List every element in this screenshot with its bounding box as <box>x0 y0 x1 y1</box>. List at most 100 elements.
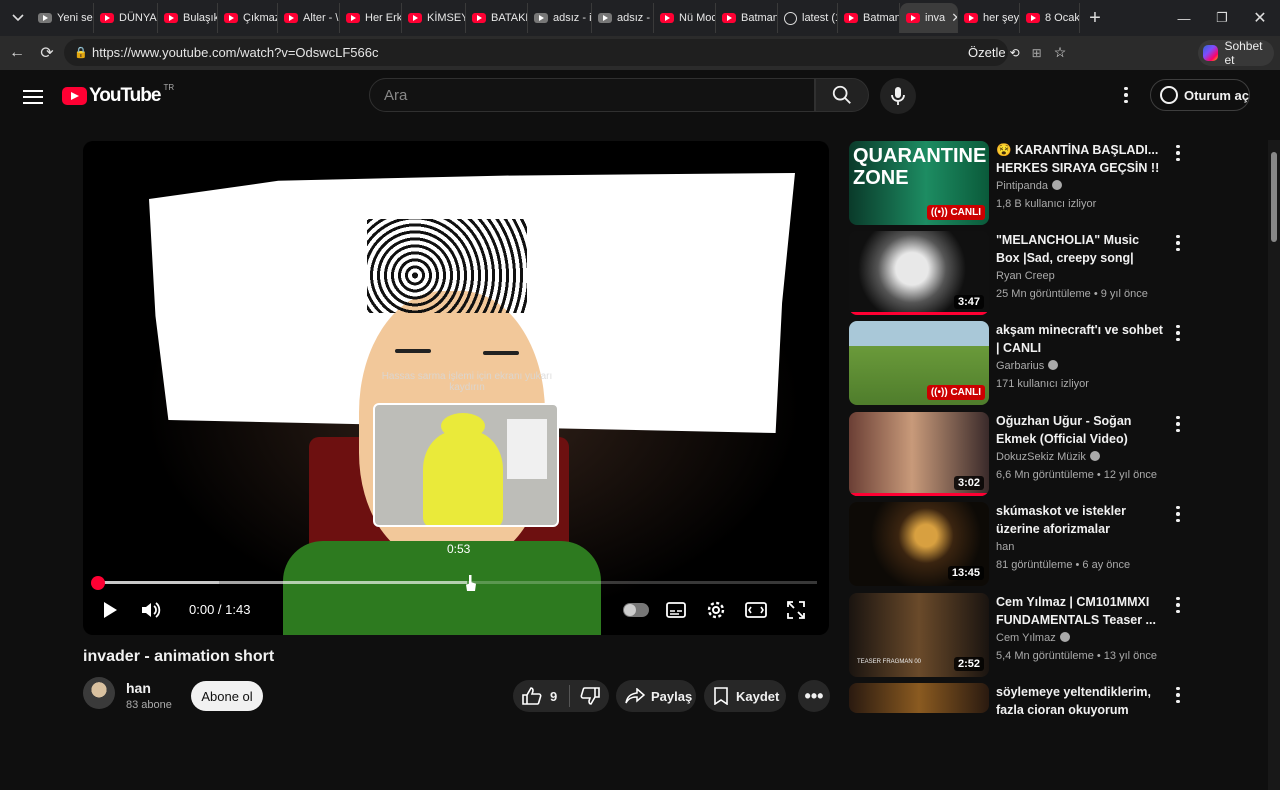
browser-tab-strip: Yeni sek DÜNYA' Bulaşık Çıkmaz Alter - \ Her … <box>0 0 1280 36</box>
browser-tab[interactable]: Bulaşık <box>158 3 218 33</box>
fullscreen-button[interactable] <box>781 595 811 625</box>
recommended-video-title[interactable]: akşam minecraft'ı ve sohbet | CANLI <box>996 321 1166 357</box>
recommended-video-title[interactable]: 😵 KARANTİNA BAŞLADI... HERKES SIRAYA GEÇ… <box>996 141 1166 177</box>
recommended-video-meta: 1,8 B kullanıcı izliyor <box>996 198 1097 210</box>
new-tab-button[interactable]: + <box>1080 7 1110 30</box>
subtitles-button[interactable] <box>661 595 691 625</box>
browser-tab[interactable]: Alter - \ <box>278 3 340 33</box>
back-button[interactable]: ← <box>2 38 32 68</box>
like-button[interactable]: 9 <box>513 687 557 705</box>
autoplay-toggle[interactable] <box>623 603 649 617</box>
browser-tab[interactable]: Batman <box>838 3 900 33</box>
share-button[interactable]: Paylaş <box>616 680 696 712</box>
video-thumbnail[interactable] <box>849 683 989 713</box>
recommended-channel[interactable]: Ryan Creep <box>996 270 1055 282</box>
video-options-kebab-icon[interactable] <box>1168 143 1188 163</box>
summarize-button[interactable]: Özetle ⟲ ⊞ ☆ <box>968 39 1066 66</box>
page-scrollbar[interactable] <box>1268 140 1280 790</box>
browser-tab[interactable]: KİMSEY <box>402 3 466 33</box>
channel-avatar[interactable] <box>83 677 115 709</box>
browser-tab[interactable]: adsız - i <box>528 3 592 33</box>
recommended-video-title[interactable]: "MELANCHOLIA" Music Box |Sad, creepy son… <box>996 231 1166 267</box>
search-placeholder: Ara <box>384 86 408 104</box>
settings-kebab-icon[interactable] <box>1116 85 1136 105</box>
video-thumbnail[interactable]: QUARANTINE ZONE ((•)) CANLI <box>849 141 989 225</box>
split-screen-icon[interactable]: ⊞ <box>1032 46 1042 60</box>
browser-tab[interactable]: Batman <box>716 3 778 33</box>
browser-tab[interactable]: latest (1 <box>778 3 838 33</box>
recommended-channel[interactable]: DokuzSekiz Müzik <box>996 451 1100 463</box>
video-frame-hair <box>367 219 527 313</box>
browser-tab[interactable]: 8 Ocak <box>1020 3 1080 33</box>
theater-mode-button[interactable] <box>741 595 771 625</box>
close-window-button[interactable]: ✕ <box>1240 0 1280 36</box>
play-button[interactable] <box>95 595 125 625</box>
save-button[interactable]: Kaydet <box>704 680 786 712</box>
site-info-icon[interactable]: 🔒 <box>70 46 92 59</box>
video-thumbnail[interactable]: 13:45 <box>849 502 989 586</box>
close-tab-icon[interactable]: ✕ <box>951 10 957 26</box>
dislike-button[interactable] <box>574 687 601 705</box>
recommended-video-meta: 171 kullanıcı izliyor <box>996 378 1089 390</box>
video-thumbnail[interactable]: ((•)) CANLI <box>849 321 989 405</box>
video-thumbnail[interactable]: 3:02 <box>849 412 989 496</box>
address-toolbar: ← ⟳ 🔒 https://www.youtube.com/watch?v=Od… <box>0 36 1280 98</box>
guide-menu-icon[interactable] <box>20 86 46 108</box>
scrubber-handle[interactable] <box>91 576 105 590</box>
recommended-channel[interactable]: Cem Yılmaz <box>996 632 1070 644</box>
recommended-video-title[interactable]: Oğuzhan Uğur - Soğan Ekmek (Official Vid… <box>996 412 1166 448</box>
video-options-kebab-icon[interactable] <box>1168 233 1188 253</box>
mute-button[interactable] <box>137 595 167 625</box>
video-options-kebab-icon[interactable] <box>1168 685 1188 705</box>
browser-tab[interactable]: Yeni sek <box>32 3 94 33</box>
tab-list-chevron-icon[interactable] <box>4 4 32 32</box>
browser-tab[interactable]: Her Erk <box>340 3 402 33</box>
live-badge: ((•)) CANLI <box>926 385 985 400</box>
video-options-kebab-icon[interactable] <box>1168 414 1188 434</box>
browser-tab[interactable]: Çıkmaz <box>218 3 278 33</box>
youtube-logo[interactable]: YouTube TR <box>62 83 174 107</box>
browser-tab[interactable]: inva ✕ <box>900 3 958 33</box>
url-text[interactable]: https://www.youtube.com/watch?v=OdswcLF5… <box>92 45 379 60</box>
browser-tab[interactable]: adsız - i <box>592 3 654 33</box>
subscribe-button[interactable]: Abone ol <box>191 681 263 711</box>
recommended-video-meta: 6,6 Mn görüntüleme • 12 yıl önce <box>996 469 1157 481</box>
reload-button[interactable]: ⟳ <box>32 38 62 68</box>
recommended-channel[interactable]: Pintipanda <box>996 180 1062 192</box>
youtube-favicon-icon <box>472 13 486 23</box>
channel-name[interactable]: han <box>126 680 151 696</box>
recommended-channel[interactable]: han <box>996 541 1014 553</box>
maximize-button[interactable]: ❐ <box>1202 0 1242 36</box>
browser-tab[interactable]: Nü Moc <box>654 3 716 33</box>
browser-tab[interactable]: BATAKL <box>466 3 528 33</box>
scrollbar-thumb[interactable] <box>1271 152 1277 242</box>
url-bar[interactable]: 🔒 https://www.youtube.com/watch?v=OdswcL… <box>64 39 1066 66</box>
recommended-channel[interactable]: Garbarius <box>996 360 1059 372</box>
recommended-video-title[interactable]: Cem Yılmaz | CM101MMXI FUNDAMENTALS Teas… <box>996 593 1166 629</box>
live-badge-label: CANLI <box>950 387 981 398</box>
recommended-video-title[interactable]: söylemeye yeltendiklerim, fazla cioran o… <box>996 683 1166 719</box>
favorite-star-icon[interactable]: ☆ <box>1054 44 1067 61</box>
video-options-kebab-icon[interactable] <box>1168 323 1188 343</box>
search-button[interactable] <box>815 78 869 112</box>
browser-tab[interactable]: her şeyi <box>958 3 1020 33</box>
voice-search-button[interactable] <box>880 78 916 114</box>
search-input[interactable]: Ara <box>369 78 815 112</box>
account-icon <box>1160 86 1178 104</box>
recommended-video-title[interactable]: skúmaskot ve istekler üzerine aforizmala… <box>996 502 1166 538</box>
video-options-kebab-icon[interactable] <box>1168 595 1188 615</box>
video-thumbnail[interactable]: TEASER FRAGMAN 00 2:52 <box>849 593 989 677</box>
video-options-kebab-icon[interactable] <box>1168 504 1188 524</box>
browser-tab-label: her şeyi <box>983 12 1020 24</box>
share-label: Paylaş <box>651 688 693 704</box>
settings-button[interactable] <box>701 595 731 625</box>
copilot-chat-button[interactable]: Sohbet et <box>1198 39 1274 67</box>
minimize-button[interactable]: — <box>1164 0 1204 36</box>
progress-bar[interactable] <box>97 581 817 584</box>
share-icon <box>625 688 645 704</box>
sign-in-button[interactable]: Oturum aç <box>1150 79 1250 111</box>
video-thumbnail[interactable]: 3:47 <box>849 231 989 315</box>
more-actions-button[interactable]: ••• <box>798 680 830 712</box>
browser-tab[interactable]: DÜNYA' <box>94 3 158 33</box>
video-player[interactable]: Hassas sarma işlemi için ekranı yukarı k… <box>83 141 829 635</box>
